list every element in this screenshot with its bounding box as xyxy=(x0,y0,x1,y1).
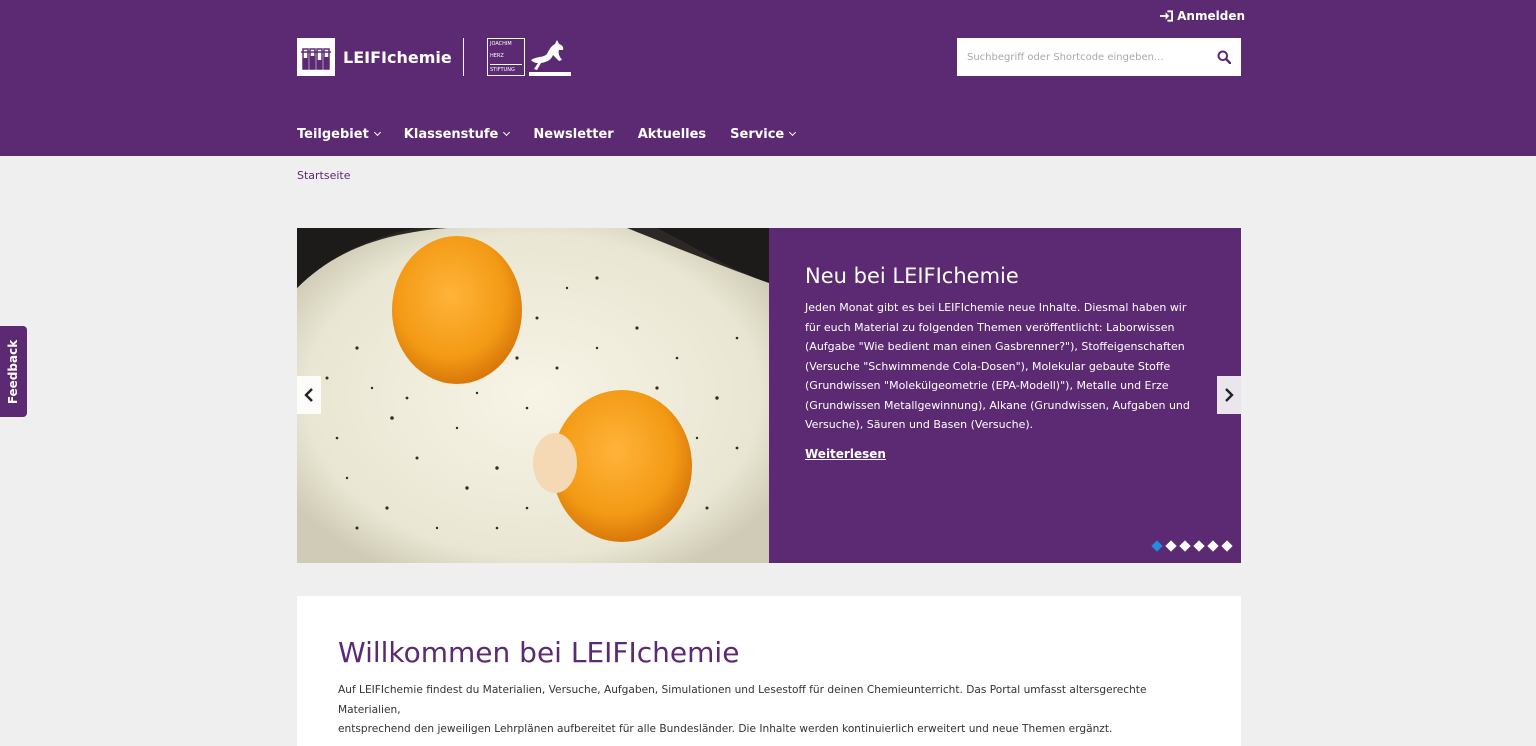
slider-dot[interactable] xyxy=(1193,540,1205,552)
partner-line-2: HERZ xyxy=(490,52,504,59)
slide-text: Jeden Monat gibt es bei LEIFIchemie neue… xyxy=(805,301,1190,431)
logo-icon xyxy=(297,38,335,76)
feedback-tab[interactable]: Feedback xyxy=(0,326,27,417)
chevron-down-icon xyxy=(789,128,797,137)
welcome-text-line-1: Auf LEIFIchemie findest du Materialien, … xyxy=(338,684,1147,716)
nav-item-service[interactable]: Service xyxy=(730,127,797,142)
news-slider: Neu bei LEIFIchemie Jeden Monat gibt es … xyxy=(297,228,1241,563)
search-box xyxy=(957,38,1241,76)
nav-item-label: Klassenstufe xyxy=(403,127,499,142)
welcome-section: Willkommen bei LEIFIchemie Auf LEIFIchem… xyxy=(297,596,1241,746)
slider-dot[interactable] xyxy=(1179,540,1191,552)
slider-dot[interactable] xyxy=(1151,540,1163,552)
slider-next-button[interactable] xyxy=(1217,376,1241,414)
search-icon xyxy=(1217,50,1231,64)
nav-item-label: Service xyxy=(730,127,785,142)
slide-content: Neu bei LEIFIchemie Jeden Monat gibt es … xyxy=(769,228,1241,563)
search-button[interactable] xyxy=(1207,38,1241,76)
slide-title: Neu bei LEIFIchemie xyxy=(805,264,1019,288)
nav-item-newsletter[interactable]: Newsletter xyxy=(533,127,613,142)
logo-text: LEIFIchemie xyxy=(343,47,452,67)
horse-icon xyxy=(529,40,571,76)
login-label: Anmelden xyxy=(1177,9,1245,23)
nav-item-aktuelles[interactable]: Aktuelles xyxy=(638,127,706,142)
logo-divider xyxy=(463,38,464,76)
feedback-label: Feedback xyxy=(6,339,21,404)
partner-logo-box: JOACHIM HERZ STIFTUNG xyxy=(487,38,525,76)
slider-dot[interactable] xyxy=(1165,540,1177,552)
chevron-left-icon xyxy=(304,388,313,402)
slider-dots xyxy=(1151,540,1233,552)
nav-item-label: Newsletter xyxy=(533,127,614,142)
welcome-title: Willkommen bei LEIFIchemie xyxy=(338,636,740,669)
search-input[interactable] xyxy=(957,38,1207,76)
chevron-down-icon xyxy=(373,128,381,137)
partner-line-1: JOACHIM xyxy=(490,41,512,47)
welcome-text-line-2: entsprechend den jeweiligen Lehrplänen a… xyxy=(338,723,1113,735)
welcome-text: Auf LEIFIchemie findest du Materialien, … xyxy=(338,681,1200,740)
slider-prev-button[interactable] xyxy=(297,376,321,414)
nav-item-label: Teilgebiet xyxy=(297,127,369,142)
partner-logo[interactable]: JOACHIM HERZ STIFTUNG xyxy=(487,38,571,76)
chevron-down-icon xyxy=(503,128,511,137)
partner-line-3: STIFTUNG xyxy=(490,64,522,73)
main-nav: Teilgebiet Klassenstufe Newsletter Aktue… xyxy=(297,127,797,142)
read-more-link[interactable]: Weiterlesen xyxy=(805,447,886,461)
site-header: Anmelden LEIFIchemie JOACHIM HERZ STIFTU… xyxy=(0,0,1536,156)
login-icon xyxy=(1160,10,1174,22)
nav-item-label: Aktuelles xyxy=(637,127,707,142)
nav-item-klassenstufe[interactable]: Klassenstufe xyxy=(403,127,511,142)
slider-dot[interactable] xyxy=(1221,540,1233,552)
slide-image xyxy=(297,228,769,563)
nav-item-teilgebiet[interactable]: Teilgebiet xyxy=(297,127,381,142)
site-logo[interactable]: LEIFIchemie JOACHIM HERZ STIFTUNG xyxy=(297,38,571,76)
chevron-right-icon xyxy=(1225,388,1234,402)
breadcrumb-home[interactable]: Startseite xyxy=(297,169,351,182)
slider-dot[interactable] xyxy=(1207,540,1219,552)
login-link[interactable]: Anmelden xyxy=(1160,9,1245,23)
